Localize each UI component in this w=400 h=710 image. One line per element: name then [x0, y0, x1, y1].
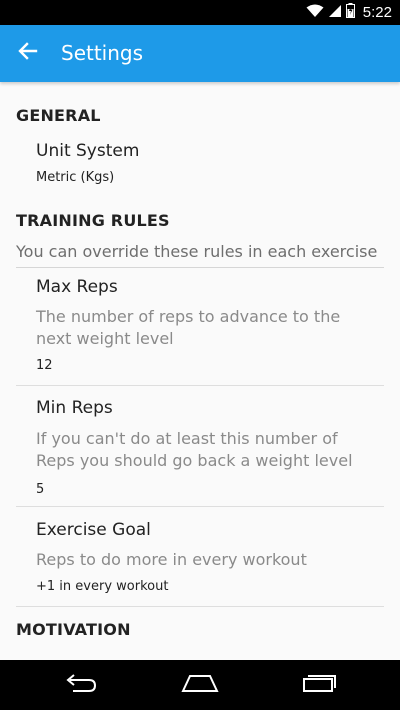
pref-summary: The number of reps to advance to the nex…	[36, 307, 341, 348]
pref-summary: If you can't do at least this number of …	[36, 429, 353, 470]
home-nav-icon	[181, 673, 219, 697]
settings-list[interactable]: GENERAL Unit System Metric (Kgs) TRAININ…	[0, 82, 400, 660]
recents-nav-icon	[301, 673, 337, 697]
status-icons: 5:22	[306, 0, 392, 25]
back-nav-icon	[63, 672, 99, 698]
back-button[interactable]	[14, 39, 42, 67]
status-bar: 5:22	[0, 0, 400, 25]
pref-min-reps[interactable]: Min Reps If you can't do at least this n…	[16, 386, 384, 507]
arrow-left-icon	[18, 41, 38, 65]
page-title: Settings	[61, 41, 144, 65]
pref-value: Metric (Kgs)	[36, 170, 115, 185]
status-time: 5:22	[362, 4, 392, 21]
recents-nav-button[interactable]	[300, 673, 338, 697]
pref-value: 5	[36, 482, 45, 497]
battery-icon	[345, 3, 355, 22]
section-description: You can override these rules in each exe…	[16, 242, 384, 268]
pref-value: 12	[36, 358, 53, 373]
home-nav-button[interactable]	[181, 673, 219, 697]
wifi-icon	[306, 3, 324, 22]
pref-title: Min Reps	[36, 398, 113, 418]
pref-summary: Reps to do more in every workout	[36, 550, 307, 569]
section-header-motivation: MOTIVATION	[16, 620, 131, 639]
back-nav-button[interactable]	[62, 673, 100, 697]
pref-value: +1 in every workout	[36, 579, 169, 594]
pref-title: Exercise Goal	[36, 520, 151, 540]
signal-icon	[328, 3, 342, 22]
pref-title: Max Reps	[36, 277, 118, 297]
section-header-training-rules: TRAINING RULES	[16, 211, 170, 230]
pref-title: Unit System	[36, 141, 140, 161]
pref-max-reps[interactable]: Max Reps The number of reps to advance t…	[16, 266, 384, 386]
pref-exercise-goal[interactable]: Exercise Goal Reps to do more in every w…	[16, 507, 384, 607]
navigation-bar	[0, 660, 400, 710]
app-bar: Settings	[0, 25, 400, 82]
pref-unit-system[interactable]: Unit System Metric (Kgs)	[16, 132, 384, 196]
section-header-general: GENERAL	[16, 106, 101, 125]
